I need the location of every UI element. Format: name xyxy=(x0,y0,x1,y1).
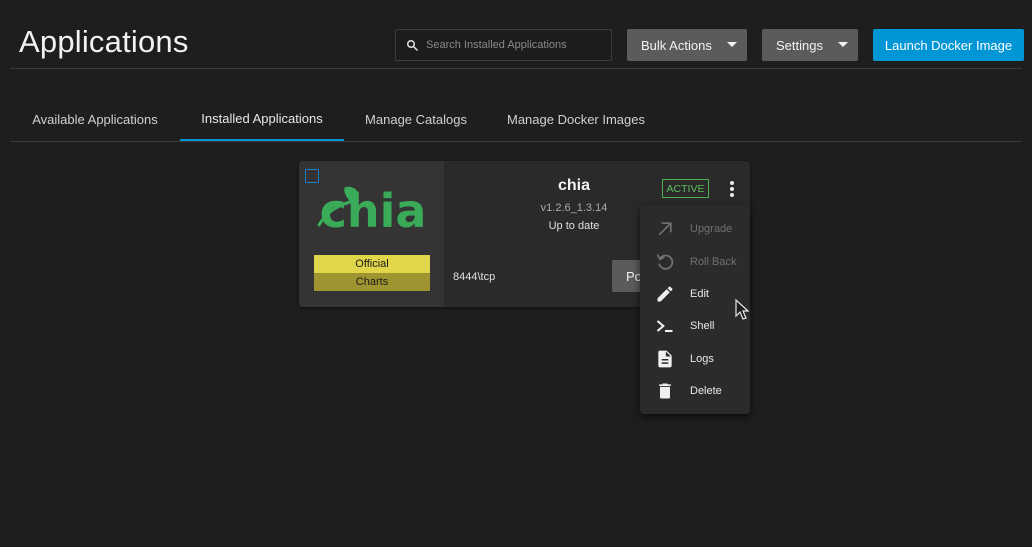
launch-docker-image-label: Launch Docker Image xyxy=(884,37,1013,53)
app-version: v1.2.6_1.3.14 xyxy=(540,202,608,214)
tab-available-applications[interactable]: Available Applications xyxy=(20,98,170,141)
menu-item-logs[interactable]: Logs xyxy=(640,343,750,375)
menu-item-label: Shell xyxy=(690,320,715,332)
arrow-up-right-icon xyxy=(654,219,676,239)
port-text: 8444\tcp xyxy=(453,271,496,283)
tab-label: Installed Applications xyxy=(201,111,323,126)
tab-installed-applications[interactable]: Installed Applications xyxy=(180,98,344,141)
search-input[interactable] xyxy=(426,39,596,51)
menu-item-label: Edit xyxy=(690,288,709,300)
status-badge: ACTIVE xyxy=(662,179,709,198)
menu-item-label: Upgrade xyxy=(690,223,733,235)
file-document-icon xyxy=(654,349,676,369)
menu-item-delete[interactable]: Delete xyxy=(640,375,750,407)
tab-label: Available Applications xyxy=(32,112,158,127)
more-vert-icon[interactable] xyxy=(725,179,739,199)
search-icon xyxy=(407,40,418,51)
trash-icon xyxy=(654,381,676,401)
app-card-logo-panel: chia Official Charts xyxy=(299,161,444,307)
official-badge: Official xyxy=(314,255,430,273)
app-update-status: Up to date xyxy=(548,220,600,232)
charts-badge: Charts xyxy=(314,273,430,291)
menu-item-upgrade[interactable]: Upgrade xyxy=(640,213,750,245)
header-divider xyxy=(10,68,1022,69)
tab-manage-docker-images[interactable]: Manage Docker Images xyxy=(498,98,654,141)
bulk-actions-button[interactable]: Bulk Actions xyxy=(627,29,747,61)
caret-down-icon xyxy=(838,42,848,47)
tab-label: Manage Docker Images xyxy=(506,112,645,127)
menu-item-label: Roll Back xyxy=(690,256,737,268)
pencil-icon xyxy=(654,284,676,304)
page-title: Applications xyxy=(19,24,189,59)
console-icon xyxy=(654,316,676,336)
svg-text:chia: chia xyxy=(320,184,427,233)
app-name: chia xyxy=(557,177,590,194)
menu-item-label: Delete xyxy=(690,385,722,397)
tab-manage-catalogs[interactable]: Manage Catalogs xyxy=(354,98,478,141)
menu-item-label: Logs xyxy=(690,353,714,365)
caret-down-icon xyxy=(727,42,737,47)
restore-icon xyxy=(654,252,676,272)
chia-logo: chia xyxy=(317,184,427,233)
menu-item-roll-back[interactable]: Roll Back xyxy=(640,246,750,278)
settings-button[interactable]: Settings xyxy=(762,29,858,61)
bulk-actions-label: Bulk Actions xyxy=(641,37,712,53)
search-box[interactable] xyxy=(395,29,612,61)
settings-label: Settings xyxy=(776,37,823,53)
tab-label: Manage Catalogs xyxy=(365,112,467,127)
mouse-cursor-icon xyxy=(735,298,750,320)
tab-bar: Available Applications Installed Applica… xyxy=(10,98,1022,142)
launch-docker-image-button[interactable]: Launch Docker Image xyxy=(873,29,1024,61)
